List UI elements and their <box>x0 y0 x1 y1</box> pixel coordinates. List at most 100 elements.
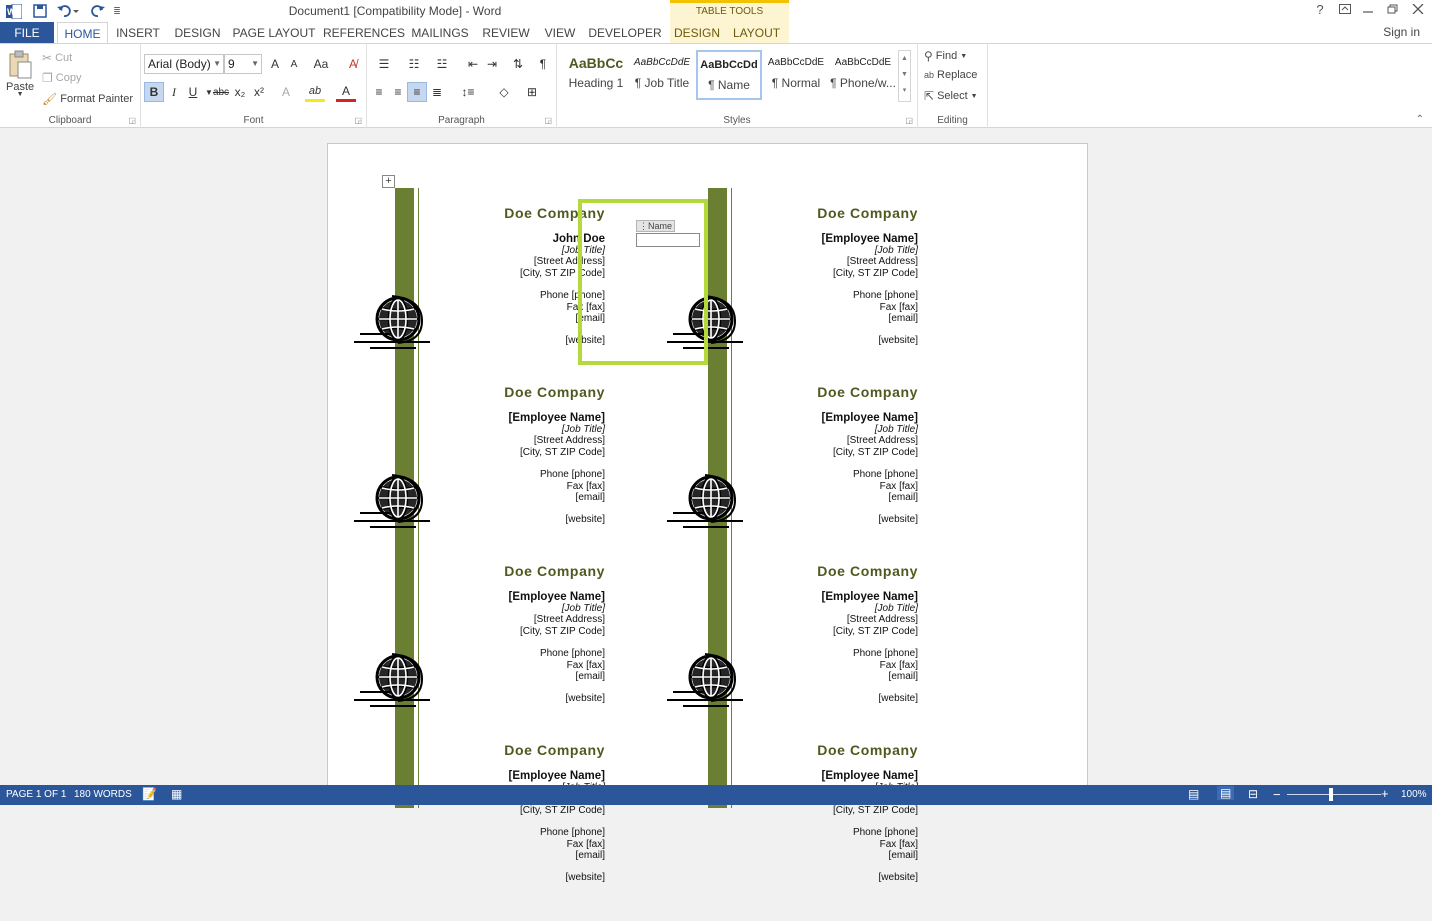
tab-file[interactable]: FILE <box>0 22 54 44</box>
website[interactable]: [website] <box>821 514 918 525</box>
business-card[interactable]: Doe Company [Employee Name][Job Title][St… <box>322 384 605 563</box>
tab-table-design[interactable]: DESIGN <box>670 22 724 44</box>
line-spacing-icon[interactable]: ↕≡ <box>455 82 481 102</box>
table-move-handle-icon[interactable]: + <box>382 175 395 188</box>
website[interactable]: [website] <box>508 693 605 704</box>
company-name[interactable]: Doe Company <box>817 205 918 221</box>
company-name[interactable]: Doe Company <box>504 563 605 579</box>
website[interactable]: [website] <box>821 693 918 704</box>
styles-launcher-icon[interactable]: ◲ <box>905 116 913 125</box>
tab-review[interactable]: REVIEW <box>479 22 533 44</box>
business-card[interactable]: Doe Company[Employee Name][Job Title][St… <box>635 563 918 742</box>
style-heading-1[interactable]: AaBbCc Heading 1 <box>563 50 629 100</box>
style-name-selected[interactable]: AaBbCcDd ¶ Name <box>696 50 762 100</box>
employee-name[interactable]: [Employee Name] <box>508 412 605 424</box>
job-title[interactable]: [Job Title] <box>821 424 918 435</box>
styles-scroll[interactable]: ▲ ▼ ▾ <box>898 50 911 102</box>
phone[interactable]: Phone [phone] <box>821 469 918 480</box>
word-count[interactable]: 180 WORDS <box>74 789 132 800</box>
clipboard-launcher-icon[interactable]: ◲ <box>128 116 136 125</box>
align-right-icon[interactable]: ≡ <box>407 82 427 102</box>
street-address[interactable]: [Street Address] <box>821 614 918 625</box>
website[interactable]: [website] <box>508 514 605 525</box>
help-icon[interactable]: ? <box>1309 2 1331 20</box>
shrink-font-button[interactable]: A <box>284 54 304 74</box>
style-normal[interactable]: AaBbCcDdE­ ¶ Normal <box>763 50 829 100</box>
fax[interactable]: Fax [fax] <box>821 481 918 492</box>
fax[interactable]: Fax [fax] <box>821 660 918 671</box>
strikethrough-button[interactable]: abc <box>211 82 231 102</box>
company-name[interactable]: Doe Company <box>504 742 605 758</box>
close-icon[interactable] <box>1407 2 1429 20</box>
italic-button[interactable]: I <box>164 82 184 102</box>
style-job-title[interactable]: AaBbCcDdE ¶ Job Title <box>629 50 695 100</box>
city-state-zip[interactable]: [City, ST ZIP Code] <box>821 268 918 279</box>
tab-design[interactable]: DESIGN <box>170 22 225 44</box>
city-state-zip[interactable]: [City, ST ZIP Code] <box>508 626 605 637</box>
shading-icon[interactable]: ◇ <box>491 82 517 102</box>
city-state-zip[interactable]: [City, ST ZIP Code] <box>508 805 605 816</box>
fax[interactable]: Fax [fax] <box>508 660 605 671</box>
job-title[interactable]: [Job Title] <box>508 424 605 435</box>
email[interactable]: [email] <box>821 850 918 861</box>
email[interactable]: [email] <box>508 492 605 503</box>
phone[interactable]: Phone [phone] <box>508 469 605 480</box>
replace-button[interactable]: ab Replace <box>924 69 977 81</box>
tab-home[interactable]: HOME <box>57 22 108 45</box>
phone[interactable]: Phone [phone] <box>821 648 918 659</box>
fax[interactable]: Fax [fax] <box>508 839 605 850</box>
font-name-box[interactable]: Arial (Body) ▼ <box>144 54 224 74</box>
city-state-zip[interactable]: [City, ST ZIP Code] <box>821 447 918 458</box>
website[interactable]: [website] <box>821 335 918 346</box>
city-state-zip[interactable]: [City, ST ZIP Code] <box>821 626 918 637</box>
zoom-level[interactable]: 100% <box>1401 789 1427 800</box>
print-layout-icon[interactable]: ▤ <box>1217 786 1235 800</box>
collapse-ribbon-icon[interactable]: ⌃ <box>1416 114 1424 125</box>
business-card[interactable]: Doe Company[Employee Name][Job Title][St… <box>635 742 918 921</box>
employee-name[interactable]: [Employee Name] <box>508 770 605 782</box>
city-state-zip[interactable]: [City, ST ZIP Code] <box>508 447 605 458</box>
employee-name[interactable]: [Employee Name] <box>508 591 605 603</box>
business-card[interactable]: Doe Company[Employee Name][Job Title][St… <box>322 742 605 921</box>
change-case-button[interactable]: Aa <box>307 54 335 74</box>
email[interactable]: [email] <box>508 671 605 682</box>
style-phone[interactable]: AaBbCcDdE­ ¶ Phone/w... <box>830 50 896 100</box>
increase-indent-icon[interactable]: ⇥ <box>482 54 502 74</box>
font-launcher-icon[interactable]: ◲ <box>354 116 362 125</box>
tab-page-layout[interactable]: PAGE LAYOUT <box>232 22 316 44</box>
phone[interactable]: Phone [phone] <box>821 290 918 301</box>
proofing-icon[interactable]: 📝 <box>142 787 157 801</box>
fax[interactable]: Fax [fax] <box>508 481 605 492</box>
align-left-icon[interactable]: ≡ <box>369 82 389 102</box>
align-center-icon[interactable]: ≡ <box>388 82 408 102</box>
tab-table-layout[interactable]: LAYOUT <box>724 22 789 44</box>
format-painter-button[interactable]: 🖌 Format Painter <box>42 92 133 106</box>
company-name[interactable]: Doe Company <box>504 384 605 400</box>
company-name[interactable]: Doe Company <box>817 384 918 400</box>
cut-button[interactable]: ✂ Cut <box>42 51 72 65</box>
sign-in-link[interactable]: Sign in <box>1383 25 1420 39</box>
decrease-indent-icon[interactable]: ⇤ <box>463 54 483 74</box>
employee-name[interactable]: [Employee Name] <box>821 591 918 603</box>
numbering-icon[interactable]: ☷ <box>401 54 427 74</box>
font-size-box[interactable]: 9 ▼ <box>224 54 262 74</box>
tab-references[interactable]: REFERENCES <box>323 22 405 44</box>
city-state-zip[interactable]: [City, ST ZIP Code] <box>821 805 918 816</box>
zoom-in-button[interactable]: + <box>1381 786 1389 801</box>
grow-font-button[interactable]: A <box>265 54 285 74</box>
clear-formatting-icon[interactable]: A̸ <box>343 54 363 74</box>
find-button[interactable]: ⚲ Find ▼ <box>924 49 967 63</box>
email[interactable]: [email] <box>821 492 918 503</box>
street-address[interactable]: [Street Address] <box>508 614 605 625</box>
fax[interactable]: Fax [fax] <box>821 839 918 850</box>
business-card[interactable]: Doe Company[Employee Name][Job Title][St… <box>322 563 605 742</box>
street-address[interactable]: [Street Address] <box>508 435 605 446</box>
tab-developer[interactable]: DEVELOPER <box>588 22 662 44</box>
company-name[interactable]: Doe Company <box>817 742 918 758</box>
phone[interactable]: Phone [phone] <box>508 648 605 659</box>
paste-button[interactable]: Paste ▼ <box>6 50 34 98</box>
select-button[interactable]: ⇱ Select ▼ <box>924 89 978 103</box>
highlight-button[interactable]: ab <box>305 82 325 102</box>
justify-icon[interactable]: ≣ <box>427 82 447 102</box>
show-marks-icon[interactable]: ¶ <box>533 54 553 74</box>
